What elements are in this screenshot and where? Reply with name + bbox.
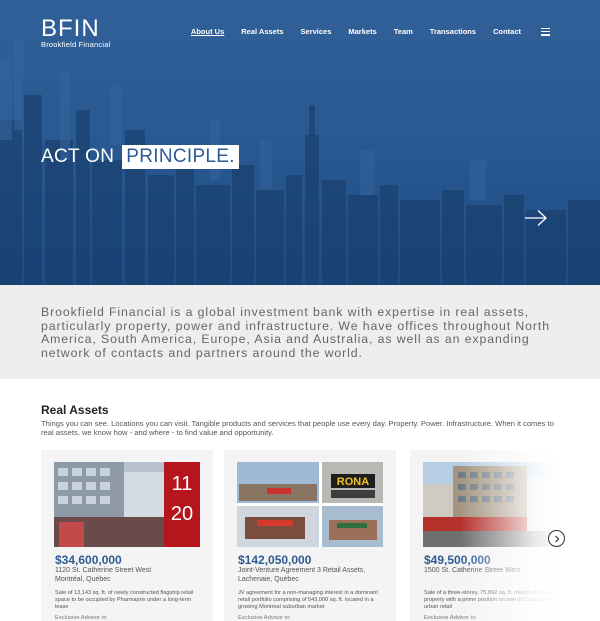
card-role: Exclusive Advisor to bbox=[238, 615, 290, 621]
logo-subtitle: Brookfield Financial bbox=[41, 40, 111, 49]
card-address: 1120 St. Catherine Street West Montréal,… bbox=[55, 567, 152, 583]
nav-item-transactions[interactable]: Transactions bbox=[430, 27, 476, 36]
asset-card[interactable]: 11 20 $34,600,000 1120 St. Catherine Str… bbox=[41, 450, 213, 621]
intro-text: Brookfield Financial is a global investm… bbox=[41, 305, 550, 360]
hamburger-menu-icon[interactable] bbox=[541, 27, 550, 36]
asset-card[interactable]: RONA $142,050,000 Joint-Venture Agreemen… bbox=[224, 450, 396, 621]
card-role: Exclusive Advisor to bbox=[55, 615, 107, 621]
logo-mark: BFIN bbox=[41, 15, 100, 42]
chevron-right-icon bbox=[554, 535, 559, 542]
carousel-next-button[interactable] bbox=[548, 530, 565, 547]
nav-item-about-us[interactable]: About Us bbox=[191, 27, 224, 36]
hero-banner: BFIN Brookfield Financial About Us Real … bbox=[0, 0, 600, 285]
nav-item-real-assets[interactable]: Real Assets bbox=[241, 27, 283, 36]
card-description: Sale of 13,143 sq. ft. of newly construc… bbox=[55, 590, 194, 610]
card-description: JV agreement for a non-managing interest… bbox=[238, 590, 378, 610]
nav-item-services[interactable]: Services bbox=[301, 27, 332, 36]
intro-band: Brookfield Financial is a global investm… bbox=[0, 285, 600, 379]
headline-plain: ACT ON bbox=[41, 146, 115, 167]
nav-item-team[interactable]: Team bbox=[394, 27, 413, 36]
svg-text:20: 20 bbox=[171, 503, 193, 525]
headline-boxed: PRINCIPLE. bbox=[122, 145, 239, 169]
section-description: Things you can see. Locations you can vi… bbox=[41, 419, 554, 437]
section-title: Real Assets bbox=[41, 403, 109, 417]
carousel-fade bbox=[460, 450, 560, 621]
card-address: Joint-Venture Agreement 3 Retail Assets,… bbox=[238, 567, 366, 583]
arrow-right-icon[interactable] bbox=[524, 209, 548, 227]
building-image: 11 20 bbox=[54, 462, 200, 547]
nav-item-contact[interactable]: Contact bbox=[493, 27, 521, 36]
svg-text:11: 11 bbox=[172, 473, 193, 495]
hero-headline: ACT ON PRINCIPLE. bbox=[41, 145, 239, 169]
main-nav: About Us Real Assets Services Markets Te… bbox=[191, 27, 550, 36]
card-price: $142,050,000 bbox=[238, 553, 312, 567]
nav-item-markets[interactable]: Markets bbox=[348, 27, 376, 36]
building-image: RONA bbox=[237, 462, 383, 547]
card-price: $34,600,000 bbox=[55, 553, 122, 567]
brand-logo[interactable]: BFIN Brookfield Financial bbox=[41, 15, 111, 50]
svg-text:RONA: RONA bbox=[337, 476, 369, 488]
